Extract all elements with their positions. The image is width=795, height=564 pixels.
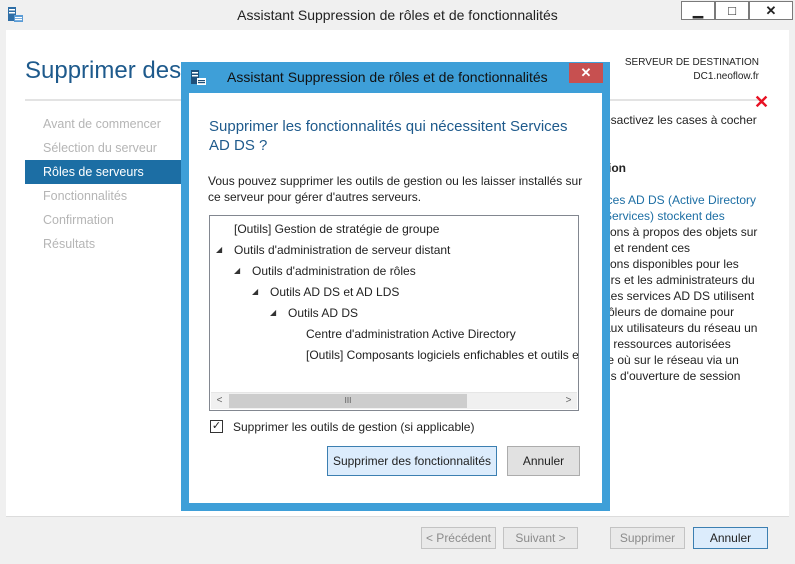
remove-tools-checkbox[interactable]: ✓ xyxy=(210,420,223,433)
description-line: x ressources autorisées xyxy=(604,337,731,351)
dialog-heading: Supprimer les fonctionnalités qui nécess… xyxy=(209,118,568,154)
destination-server-name: DC1.neoflow.fr xyxy=(693,71,759,82)
horizontal-scrollbar[interactable]: < III > xyxy=(211,392,577,409)
description-line: rôleurs de domaine pour xyxy=(604,305,735,319)
tree-item-label: [Outils] Gestion de stratégie de groupe xyxy=(234,222,440,236)
tree-item-label: Outils AD DS et AD LDS xyxy=(270,285,400,299)
maximize-icon: □ xyxy=(728,3,736,18)
close-button[interactable]: ✕ xyxy=(749,1,793,20)
minimize-button[interactable]: ▁ xyxy=(681,1,715,20)
tree-item-label: Outils d'administration de rôles xyxy=(252,264,416,278)
description-heading: tion xyxy=(604,161,626,175)
scroll-right-icon[interactable]: > xyxy=(560,393,577,409)
remove-features-dialog: Assistant Suppression de rôles et de fon… xyxy=(181,62,610,511)
tree-item-label: [Outils] Composants logiciels enfichable… xyxy=(306,348,579,362)
dialog-title: Assistant Suppression de rôles et de fon… xyxy=(227,69,548,85)
dialog-body: Supprimer les fonctionnalités qui nécess… xyxy=(189,93,602,503)
wizard-nav: Avant de commencer Sélection du serveur … xyxy=(25,112,185,256)
page-title: Supprimer des r xyxy=(25,57,196,84)
description-line: tions disponibles pour les xyxy=(604,257,739,271)
nav-item-results[interactable]: Résultats xyxy=(25,232,185,256)
remove-tools-label: Supprimer les outils de gestion (si appl… xyxy=(233,420,475,434)
dialog-description: Vous pouvez supprimer les outils de gest… xyxy=(208,174,583,204)
previous-button[interactable]: < Précédent xyxy=(421,527,496,549)
server-manager-icon xyxy=(191,70,206,85)
description-line: us d'ouverture de session xyxy=(604,369,741,383)
description-line: tions à propos des objets sur xyxy=(604,225,758,239)
remove-button[interactable]: Supprimer xyxy=(610,527,685,549)
dialog-cancel-button[interactable]: Annuler xyxy=(507,446,580,476)
window-frame-right xyxy=(789,30,795,564)
close-icon: ✕ xyxy=(580,65,592,80)
tree-item-label: Outils AD DS xyxy=(288,306,359,320)
tree-item[interactable]: [Outils] Gestion de stratégie de groupe xyxy=(234,219,439,239)
scroll-left-icon[interactable]: < xyxy=(211,393,228,409)
tree-item[interactable]: [Outils] Composants logiciels enfichable… xyxy=(306,345,579,365)
close-icon: ✕ xyxy=(765,3,777,18)
ad-ds-link[interactable]: ices AD DS (Active Directory xyxy=(604,192,784,208)
features-tree[interactable]: [Outils] Gestion de stratégie de groupe … xyxy=(209,215,579,411)
minimize-icon: ▁ xyxy=(693,3,703,18)
nav-item-confirmation[interactable]: Confirmation xyxy=(25,208,185,232)
scrollbar-thumb[interactable]: III xyxy=(229,394,467,408)
dialog-titlebar[interactable]: Assistant Suppression de rôles et de fon… xyxy=(181,62,610,92)
wizard-button-bar: < Précédent Suivant > Supprimer Annuler xyxy=(6,516,789,564)
tree-item-label: Centre d'administration Active Directory xyxy=(306,327,516,341)
role-description: ésactivez les cases à cocher tion ices A… xyxy=(604,112,784,384)
description-line: te où sur le réseau via un xyxy=(604,353,739,367)
nav-item-server-selection[interactable]: Sélection du serveur xyxy=(25,136,185,160)
description-line: ésactivez les cases à cocher xyxy=(604,113,757,127)
expanded-arrow-icon[interactable]: ◢ xyxy=(234,261,240,281)
description-line: urs et les administrateurs du xyxy=(604,273,755,287)
expanded-arrow-icon[interactable]: ◢ xyxy=(270,303,276,323)
cancel-button[interactable]: Annuler xyxy=(693,527,768,549)
description-line: aux utilisateurs du réseau un xyxy=(604,321,758,335)
description-line xyxy=(604,128,784,144)
dialog-close-button[interactable]: ✕ xyxy=(569,63,603,83)
next-button[interactable]: Suivant > xyxy=(503,527,578,549)
expanded-arrow-icon[interactable]: ◢ xyxy=(216,240,222,260)
nav-item-server-roles[interactable]: Rôles de serveurs xyxy=(25,160,185,184)
nav-item-before-you-begin[interactable]: Avant de commencer xyxy=(25,112,185,136)
expanded-arrow-icon[interactable]: ◢ xyxy=(252,282,258,302)
destination-label: SERVEUR DE DESTINATION xyxy=(624,57,759,68)
ad-ds-link-cont[interactable]: Services) stockent des xyxy=(604,209,725,223)
description-line: Les services AD DS utilisent xyxy=(604,289,755,303)
checkmark-icon: ✓ xyxy=(211,420,222,432)
description-line: u et rendent ces xyxy=(604,241,691,255)
remove-features-button[interactable]: Supprimer des fonctionnalités xyxy=(327,446,497,476)
error-icon[interactable]: ✕ xyxy=(754,92,769,113)
tree-item-label: Outils d'administration de serveur dista… xyxy=(234,243,451,257)
main-titlebar[interactable]: Assistant Suppression de rôles et de fon… xyxy=(0,0,795,30)
description-line: Services) stockent des xyxy=(604,208,784,224)
maximize-button[interactable]: □ xyxy=(715,1,749,20)
nav-item-features[interactable]: Fonctionnalités xyxy=(25,184,185,208)
tree-item[interactable]: Centre d'administration Active Directory xyxy=(306,324,516,344)
description-line xyxy=(604,176,784,192)
scrollbar-grip: III xyxy=(344,396,352,405)
main-window-title: Assistant Suppression de rôles et de fon… xyxy=(237,7,558,23)
destination-server-info: SERVEUR DE DESTINATION DC1.neoflow.fr xyxy=(625,56,759,84)
description-line xyxy=(604,144,784,160)
